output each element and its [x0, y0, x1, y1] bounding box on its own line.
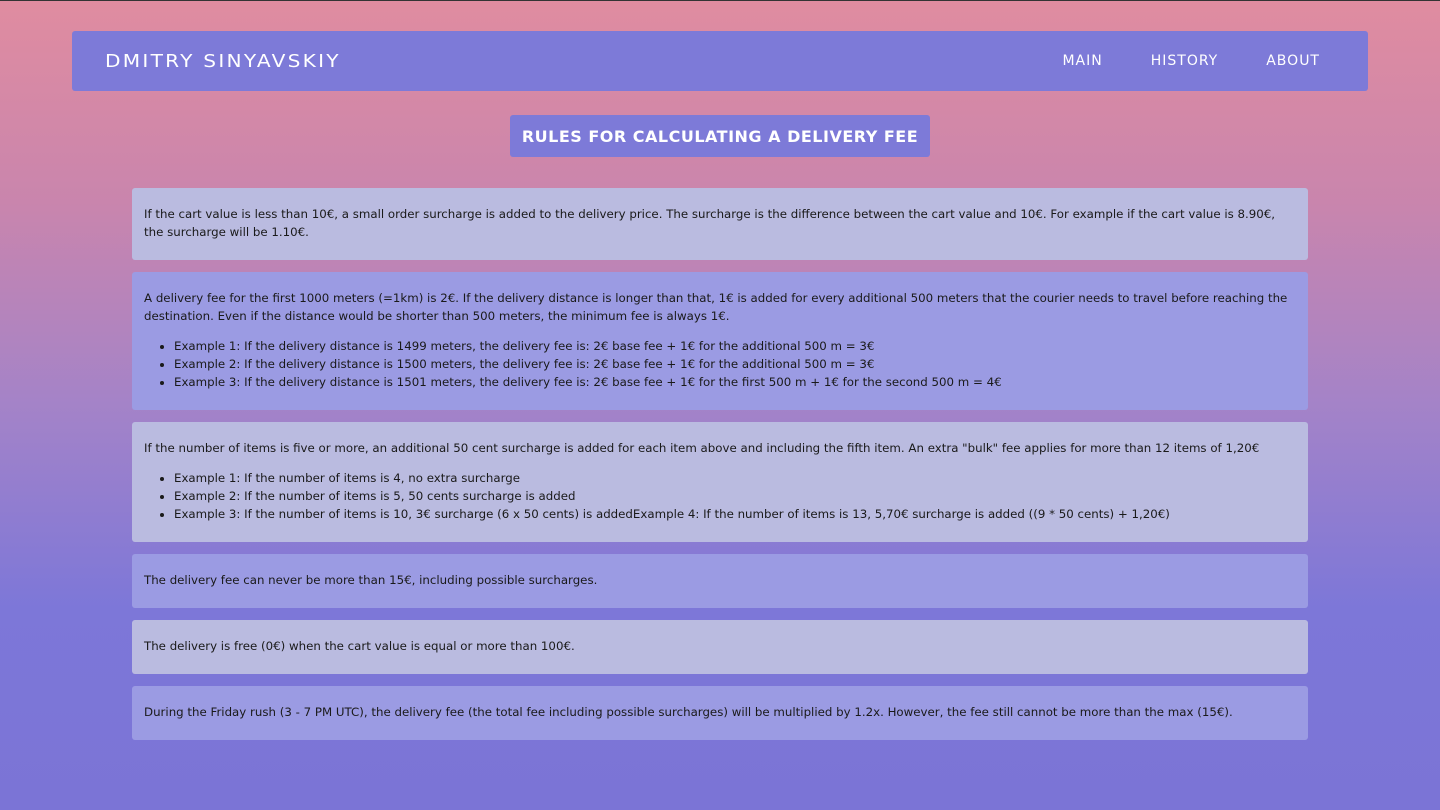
nav-link-history[interactable]: HISTORY	[1151, 53, 1219, 69]
navbar: DMITRY SINYAVSKIY MAIN HISTORY ABOUT	[72, 31, 1368, 91]
rule-card-items: If the number of items is five or more, …	[132, 422, 1308, 542]
rules-list: If the cart value is less than 10€, a sm…	[132, 188, 1308, 752]
example-item: Example 3: If the number of items is 10,…	[174, 505, 1296, 523]
rule-text: If the cart value is less than 10€, a sm…	[144, 207, 1276, 239]
examples-list: Example 1: If the number of items is 4, …	[144, 469, 1296, 523]
nav-link-about[interactable]: ABOUT	[1266, 53, 1320, 69]
rule-text: The delivery is free (0€) when the cart …	[144, 639, 575, 653]
rule-text: If the number of items is five or more, …	[144, 441, 1260, 455]
rule-card-small-order: If the cart value is less than 10€, a sm…	[132, 188, 1308, 260]
example-item: Example 3: If the delivery distance is 1…	[174, 373, 1296, 391]
rule-text: During the Friday rush (3 - 7 PM UTC), t…	[144, 705, 1233, 719]
rule-card-friday-rush: During the Friday rush (3 - 7 PM UTC), t…	[132, 686, 1308, 740]
example-item: Example 1: If the number of items is 4, …	[174, 469, 1296, 487]
rule-card-free-delivery: The delivery is free (0€) when the cart …	[132, 620, 1308, 674]
brand-logo[interactable]: DMITRY SINYAVSKIY	[105, 51, 341, 72]
rule-text: The delivery fee can never be more than …	[144, 573, 598, 587]
rule-text: A delivery fee for the first 1000 meters…	[144, 291, 1288, 323]
nav-links: MAIN HISTORY ABOUT	[1014, 53, 1320, 69]
nav-link-main[interactable]: MAIN	[1062, 53, 1102, 69]
example-item: Example 2: If the number of items is 5, …	[174, 487, 1296, 505]
rule-card-distance: A delivery fee for the first 1000 meters…	[132, 272, 1308, 410]
example-item: Example 1: If the delivery distance is 1…	[174, 337, 1296, 355]
examples-list: Example 1: If the delivery distance is 1…	[144, 337, 1296, 391]
example-item: Example 2: If the delivery distance is 1…	[174, 355, 1296, 373]
rule-card-max-fee: The delivery fee can never be more than …	[132, 554, 1308, 608]
page-title: RULES FOR CALCULATING A DELIVERY FEE	[510, 115, 930, 157]
